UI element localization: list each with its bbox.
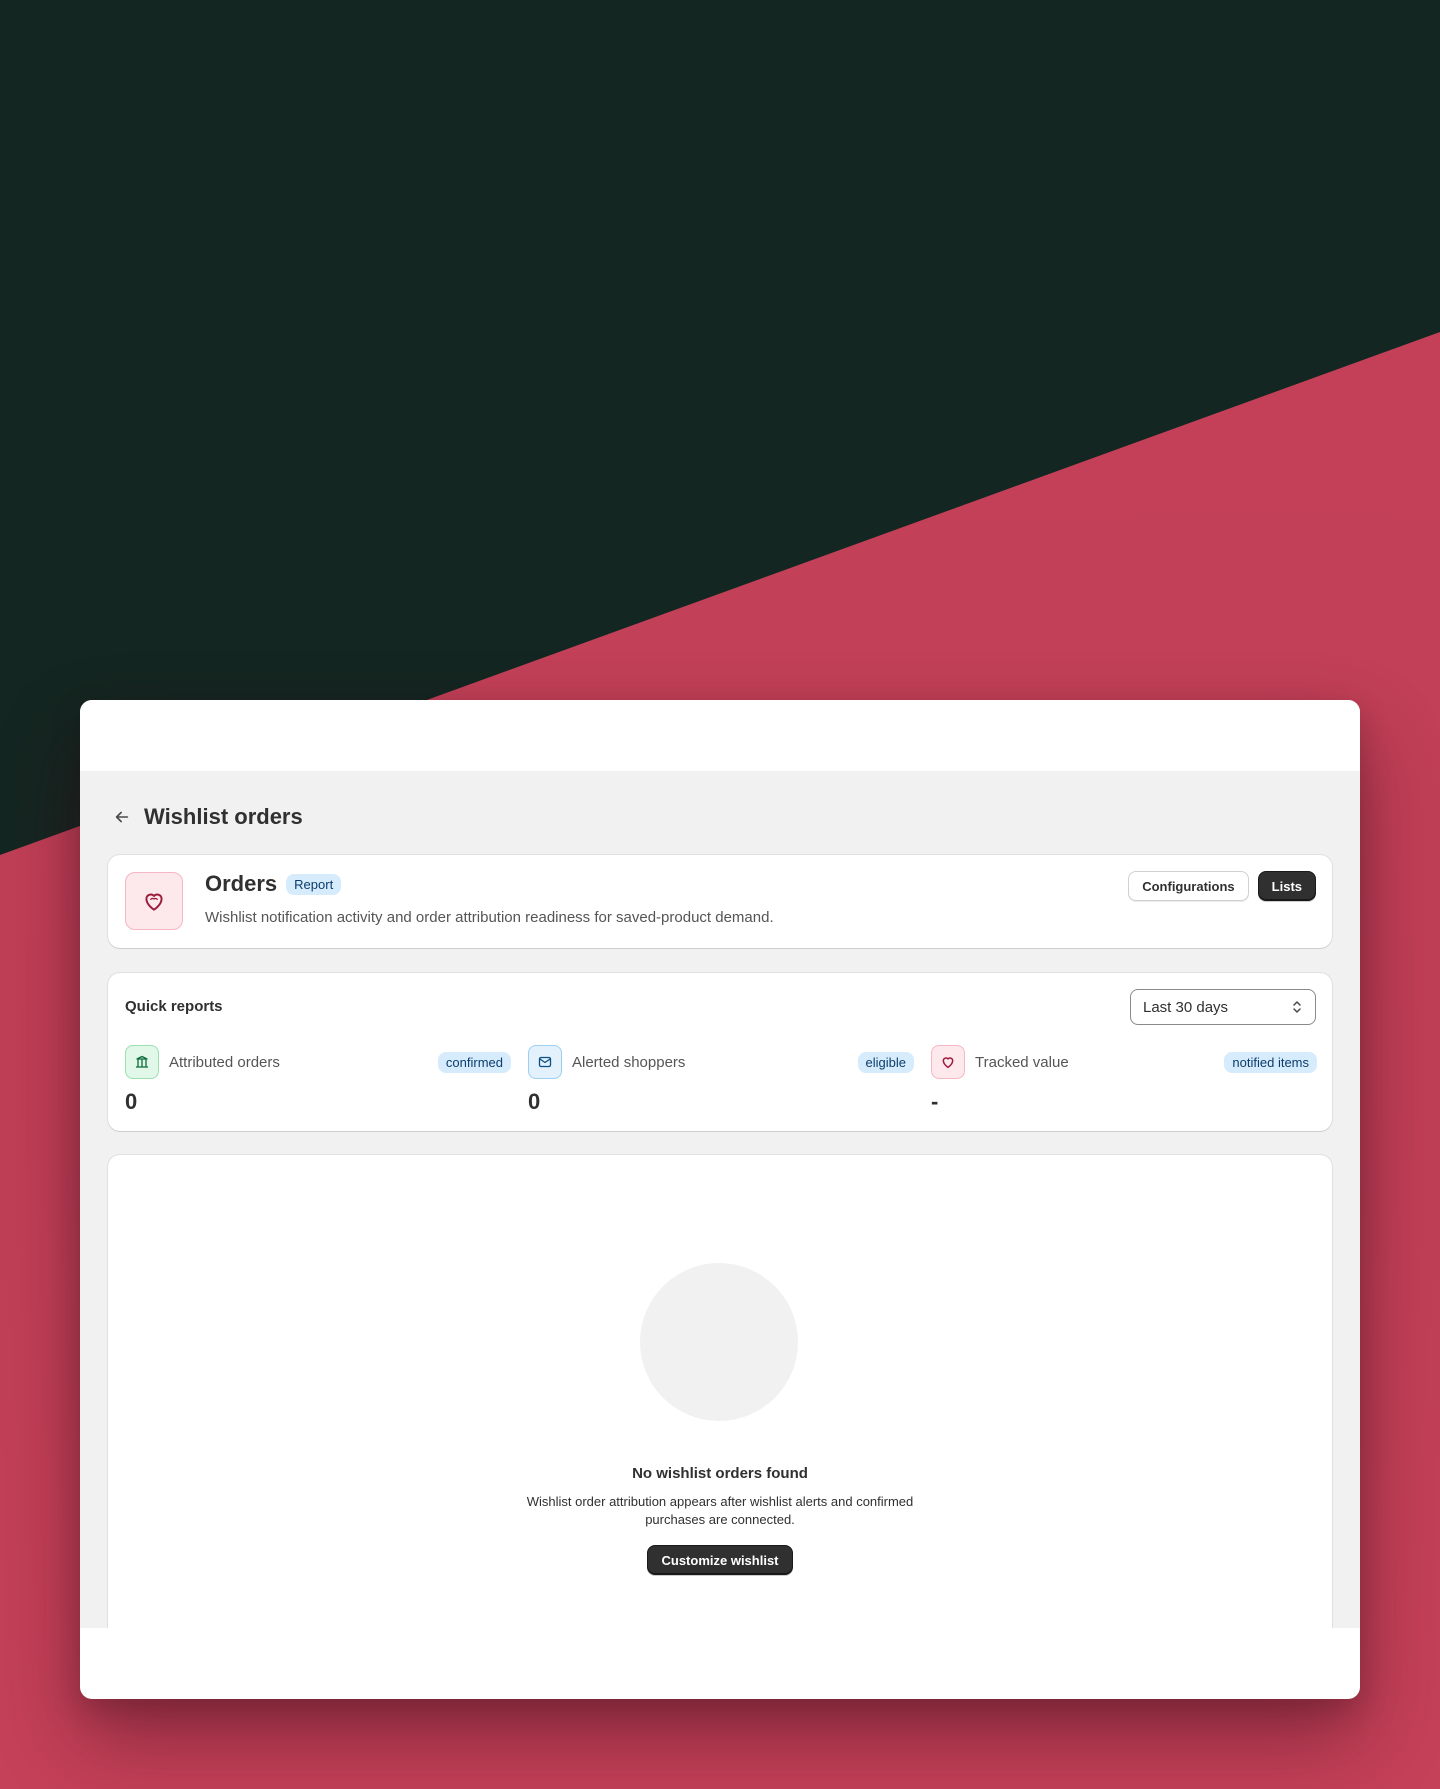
metric-label: Attributed orders bbox=[169, 1054, 280, 1071]
metric-badge: notified items bbox=[1224, 1052, 1317, 1073]
metric-alerted-shoppers: Alerted shoppers eligible 0 bbox=[528, 1045, 914, 1117]
select-chevron-icon bbox=[1293, 1001, 1301, 1013]
orders-actions: Configurations Lists bbox=[1128, 871, 1316, 901]
orders-card: Orders Report Wishlist notification acti… bbox=[108, 855, 1332, 948]
orders-app-icon bbox=[125, 872, 183, 930]
back-button[interactable] bbox=[110, 805, 134, 829]
window-top-bar bbox=[80, 700, 1360, 771]
lists-button[interactable]: Lists bbox=[1257, 871, 1316, 901]
metric-icon-box bbox=[931, 1045, 965, 1079]
report-badge: Report bbox=[286, 873, 342, 895]
empty-state-illustration bbox=[640, 1263, 798, 1421]
metric-attributed-orders: Attributed orders confirmed 0 bbox=[125, 1045, 511, 1117]
empty-state-description: Wishlist order attribution appears after… bbox=[526, 1494, 914, 1527]
empty-state-card: No wishlist orders found Wishlist order … bbox=[108, 1155, 1332, 1628]
page-header: Wishlist orders bbox=[110, 797, 303, 837]
page-content: Wishlist orders Orders Report Wishlist n… bbox=[80, 771, 1360, 1628]
metric-value: - bbox=[931, 1089, 939, 1114]
empty-state-actions: Customize wishlist bbox=[108, 1545, 1332, 1575]
page-title: Wishlist orders bbox=[144, 804, 303, 829]
empty-state-title: No wishlist orders found bbox=[632, 1465, 808, 1482]
metric-label: Tracked value bbox=[975, 1054, 1069, 1071]
date-range-select[interactable]: Last 30 days bbox=[1130, 989, 1316, 1025]
metric-value: 0 bbox=[125, 1089, 138, 1114]
metric-tracked-value: Tracked value notified items - bbox=[931, 1045, 1317, 1117]
metric-label: Alerted shoppers bbox=[572, 1054, 686, 1071]
heart-icon bbox=[942, 1057, 954, 1069]
quick-reports-card: Quick reports Last 30 days Attributed or… bbox=[108, 973, 1332, 1131]
quick-reports-title: Quick reports bbox=[125, 998, 223, 1015]
email-icon bbox=[538, 1056, 552, 1068]
metric-badge: eligible bbox=[857, 1052, 914, 1073]
metric-icon-box bbox=[528, 1045, 562, 1079]
metric-icon-box bbox=[125, 1045, 159, 1079]
orders-description: Wishlist notification activity and order… bbox=[205, 909, 774, 926]
customize-wishlist-button[interactable]: Customize wishlist bbox=[647, 1545, 793, 1575]
metric-badge: confirmed bbox=[437, 1052, 511, 1073]
heart-icon bbox=[145, 893, 163, 911]
metric-value: 0 bbox=[528, 1089, 541, 1114]
arrow-left-icon bbox=[115, 811, 129, 823]
bank-icon bbox=[135, 1055, 149, 1068]
orders-title: Orders bbox=[205, 871, 278, 896]
configurations-button[interactable]: Configurations bbox=[1128, 871, 1249, 901]
app-window: Wishlist orders Orders Report Wishlist n… bbox=[80, 700, 1360, 1699]
orders-title-row: Orders Report bbox=[205, 871, 342, 897]
date-range-value: Last 30 days bbox=[1143, 998, 1229, 1016]
